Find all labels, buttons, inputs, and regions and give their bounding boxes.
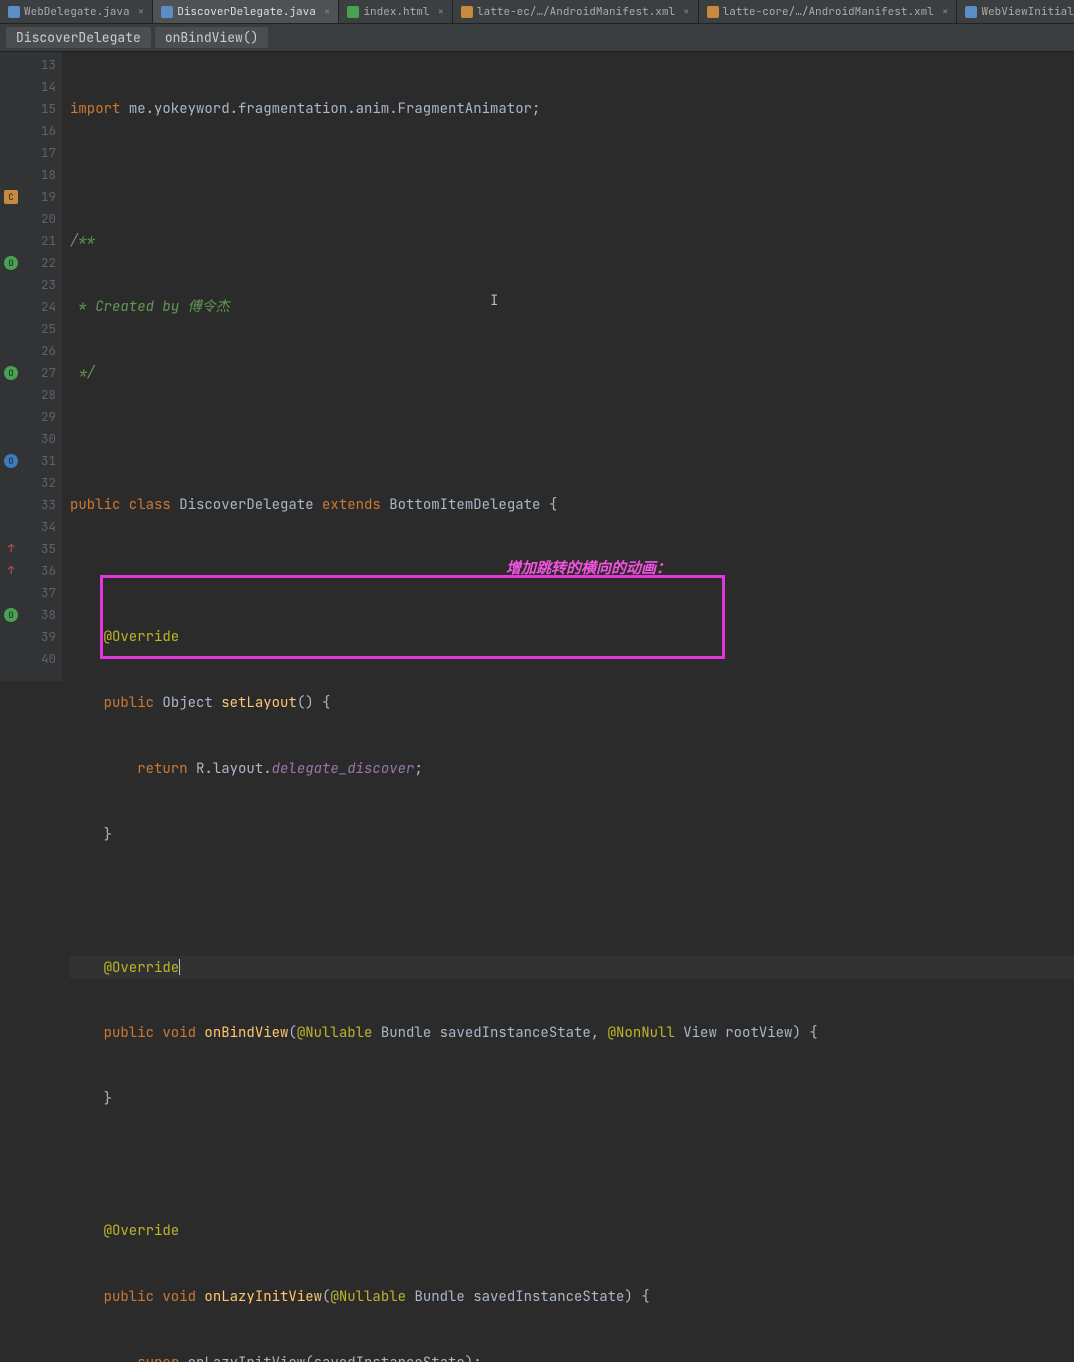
crumb-method[interactable]: onBindView() xyxy=(155,27,269,48)
text-caret xyxy=(179,959,180,975)
close-icon[interactable]: × xyxy=(433,5,444,19)
java-icon xyxy=(965,6,977,18)
editor-tabs: WebDelegate.java× DiscoverDelegate.java×… xyxy=(0,0,1074,24)
close-icon[interactable]: × xyxy=(938,5,949,19)
close-icon[interactable]: × xyxy=(134,5,145,19)
tab-webviewinitializer[interactable]: WebViewInitializer.java× xyxy=(957,0,1074,23)
gutter: 13141516171819C202122O2324252627O2829303… xyxy=(0,52,62,681)
tab-latte-ec-manifest[interactable]: latte-ec/…/AndroidManifest.xml× xyxy=(453,0,699,23)
xml-icon xyxy=(461,6,473,18)
code-editor[interactable]: 13141516171819C202122O2324252627O2829303… xyxy=(0,52,1074,681)
tab-latte-core-manifest[interactable]: latte-core/…/AndroidManifest.xml× xyxy=(699,0,958,23)
tab-discoverdelegate[interactable]: DiscoverDelegate.java× xyxy=(153,0,339,23)
breadcrumb: DiscoverDelegate onBindView() xyxy=(0,24,1074,52)
java-icon xyxy=(161,6,173,18)
close-icon[interactable]: × xyxy=(679,5,690,19)
xml-icon xyxy=(707,6,719,18)
java-icon xyxy=(8,6,20,18)
crumb-class[interactable]: DiscoverDelegate xyxy=(6,27,151,48)
annotation-text: 增加跳转的横向的动画： xyxy=(506,558,671,580)
close-icon[interactable]: × xyxy=(320,5,331,19)
code-area[interactable]: import me.yokeyword.fragmentation.anim.F… xyxy=(62,52,1074,681)
tab-indexhtml[interactable]: index.html× xyxy=(339,0,453,23)
html-icon xyxy=(347,6,359,18)
tab-webdelegate[interactable]: WebDelegate.java× xyxy=(0,0,153,23)
